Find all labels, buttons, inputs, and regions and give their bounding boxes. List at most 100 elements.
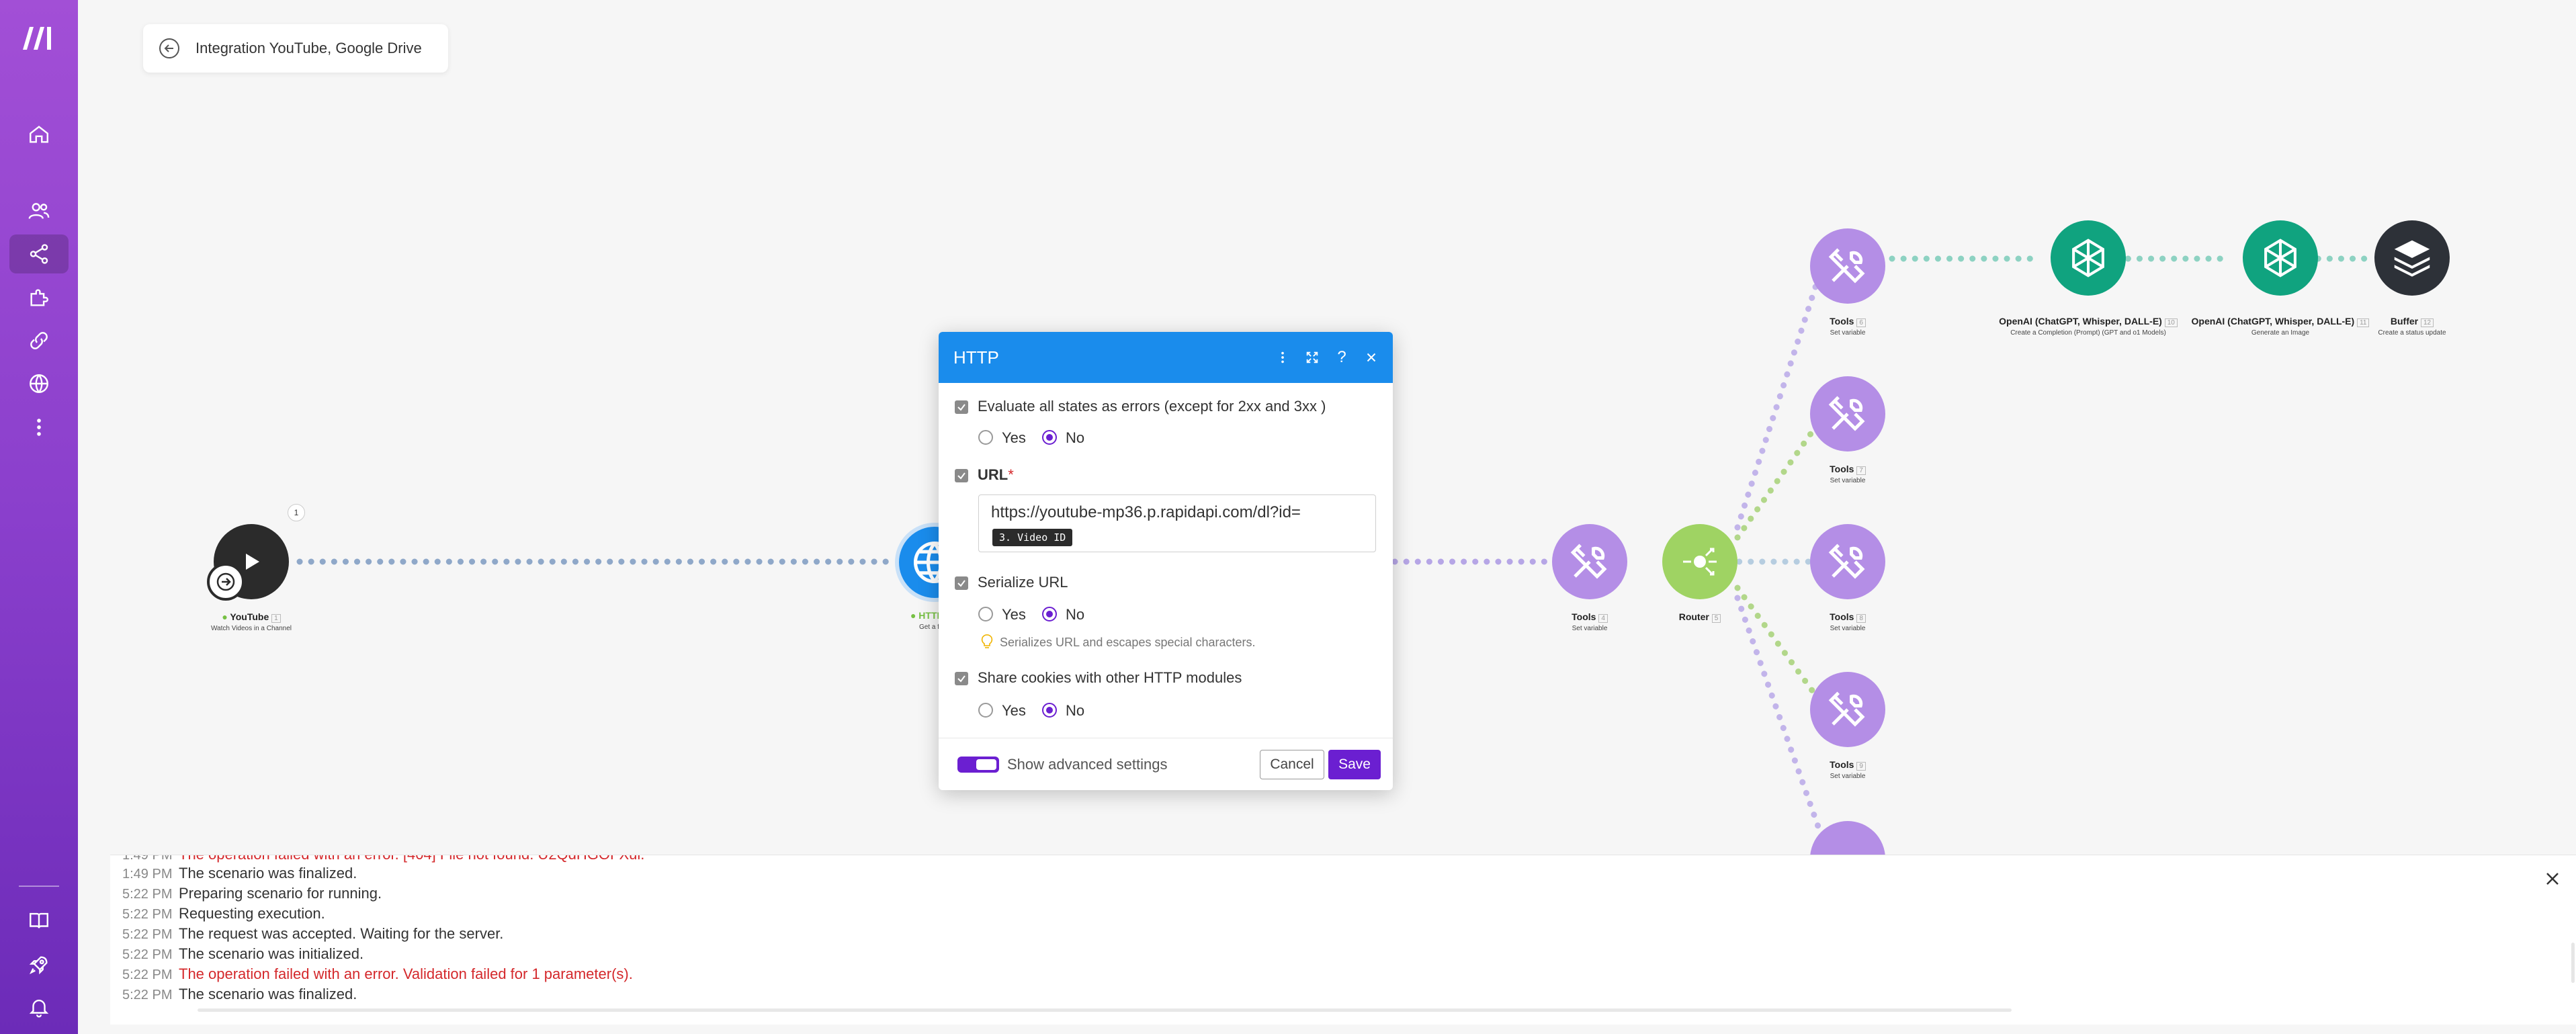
log-line: 5:22 PM The scenario was initialized. [122, 945, 363, 965]
node-sub: Create a status update [2378, 329, 2446, 337]
close-icon[interactable] [2542, 869, 2563, 889]
cancel-button[interactable]: Cancel [1260, 750, 1324, 779]
url-checkbox[interactable] [955, 469, 968, 482]
youtube-module[interactable]: 1 ● YouTube 1 Watch Videos in a Channel [207, 504, 305, 632]
more-vertical-icon[interactable] [1268, 343, 1297, 372]
serialize-url-yes-radio[interactable] [978, 607, 993, 621]
evaluate-errors-no-radio[interactable] [1042, 430, 1057, 445]
link-icon[interactable] [9, 321, 69, 360]
log-message: The operation failed with an error. Vali… [179, 965, 633, 982]
evaluate-errors-yes-radio[interactable] [978, 430, 993, 445]
share-cookies-yes-radio[interactable] [978, 703, 993, 718]
rocket-icon[interactable] [9, 945, 69, 984]
share-cookies-checkbox[interactable] [955, 672, 968, 685]
node-badge: 7 [1856, 466, 1866, 475]
openai-module[interactable]: OpenAI (ChatGPT, Whisper, DALL-E) 10 Cre… [1999, 220, 2178, 337]
help-icon[interactable]: ? [1327, 343, 1357, 372]
puzzle-icon[interactable] [9, 278, 69, 317]
serialize-url-checkbox[interactable] [955, 576, 968, 590]
openai-icon [2264, 239, 2296, 277]
buffer-module[interactable]: Buffer 12 Create a status update [2374, 220, 2450, 337]
openai-module[interactable]: OpenAI (ChatGPT, Whisper, DALL-E) 11 Gen… [2192, 220, 2370, 337]
log-line: 5:22 PM The operation failed with an erro… [122, 965, 633, 986]
log-line: 5:22 PM The request was accepted. Waiting… [122, 925, 503, 945]
node-badge: 12 [2421, 318, 2434, 327]
lightbulb-icon [981, 634, 993, 648]
serialize-url-yes-label[interactable]: Yes [1002, 606, 1026, 623]
openai-icon [2072, 239, 2104, 277]
log-time: 5:22 PM [122, 907, 173, 922]
node-label: Tools [1830, 316, 1854, 327]
evaluate-errors-yes-label[interactable]: Yes [1002, 429, 1026, 447]
required-mark: * [1008, 466, 1014, 483]
close-icon[interactable] [1357, 343, 1386, 372]
evaluate-errors-label: Evaluate all states as errors (except fo… [978, 398, 1326, 415]
evaluate-errors-no-label[interactable]: No [1066, 429, 1084, 447]
node-sub: Set variable [1830, 773, 1866, 780]
share-cookies-no-radio[interactable] [1042, 703, 1057, 718]
horizontal-scrollbar[interactable] [198, 1008, 2012, 1012]
http-module-dialog: HTTP ? Evaluate all states as errors (ex… [939, 332, 1393, 790]
trigger-clock-icon[interactable] [207, 563, 245, 601]
tools-icon [1570, 544, 1607, 579]
execution-log-panel: 1:49 PM The operation failed with an erro… [110, 855, 2576, 1025]
log-line: 5:22 PM Requesting execution. [122, 905, 325, 925]
tools-module[interactable]: Tools 6 Set variable [1810, 228, 1885, 337]
node-label: Tools [1830, 759, 1854, 770]
tools-module[interactable]: Tools 8 Set variable [1810, 524, 1885, 632]
node-badge: 5 [1711, 614, 1721, 623]
tools-module[interactable]: Tools 9 Set variable [1810, 672, 1885, 780]
serialize-url-no-radio[interactable] [1042, 607, 1057, 621]
node-badge: 6 [1856, 318, 1866, 327]
share-cookies-no-label[interactable]: No [1066, 702, 1084, 720]
buffer-layers-icon [2394, 240, 2430, 277]
bell-icon[interactable] [9, 988, 69, 1027]
node-label: Tools [1572, 611, 1596, 622]
node-sub: Set variable [1830, 477, 1866, 484]
scenarios-share-icon[interactable] [9, 234, 69, 273]
node-label: Tools [1830, 464, 1854, 474]
share-cookies-label: Share cookies with other HTTP modules [978, 669, 1242, 686]
home-icon[interactable] [9, 115, 69, 154]
node-sub: Set variable [1572, 625, 1608, 632]
node-badge: 9 [1856, 762, 1866, 771]
more-vertical-icon[interactable] [9, 408, 69, 447]
tools-module[interactable]: Tools 4 Set variable [1552, 524, 1627, 632]
status-dot: ● [222, 611, 228, 622]
evaluate-errors-checkbox[interactable] [955, 400, 968, 414]
advanced-settings-toggle[interactable] [957, 757, 999, 773]
dialog-title: HTTP [953, 347, 999, 368]
log-time: 5:22 PM [122, 927, 173, 942]
vertical-scrollbar[interactable] [2571, 943, 2575, 983]
node-label: Router [1678, 611, 1709, 622]
advanced-settings-label[interactable]: Show advanced settings [1007, 756, 1168, 773]
globe-icon[interactable] [9, 364, 69, 403]
serialize-url-no-label[interactable]: No [1066, 606, 1084, 623]
node-sub: Set variable [1830, 625, 1866, 632]
url-input[interactable]: https://youtube-mp36.p.rapidapi.com/dl?i… [978, 494, 1376, 552]
book-icon[interactable] [9, 901, 69, 940]
sidebar [0, 0, 78, 1034]
node-badge: 1 [271, 614, 281, 623]
log-time: 5:22 PM [122, 967, 173, 982]
make-logo[interactable] [20, 23, 58, 52]
save-button[interactable]: Save [1328, 750, 1381, 779]
share-cookies-yes-label[interactable]: Yes [1002, 702, 1026, 720]
url-label: URL* [978, 466, 1014, 484]
tools-icon [1828, 544, 1865, 579]
log-message: The scenario was finalized. [179, 986, 357, 1002]
video-id-pill[interactable]: 3. Video ID [992, 529, 1073, 546]
tools-icon [1828, 396, 1865, 431]
node-sub: Watch Videos in a Channel [210, 625, 292, 632]
sidebar-divider [19, 886, 59, 887]
log-message: The request was accepted. Waiting for th… [179, 925, 504, 942]
expand-icon[interactable] [1297, 343, 1327, 372]
tools-module[interactable]: Tools 7 Set variable [1810, 376, 1885, 484]
log-time: 1:49 PM [122, 855, 173, 863]
log-message: The scenario was finalized. [179, 865, 357, 881]
tools-icon [1828, 691, 1865, 727]
team-icon[interactable] [9, 191, 69, 230]
node-label: YouTube [230, 611, 269, 622]
router-module[interactable]: Router 5 [1662, 524, 1737, 623]
run-counter[interactable]: 1 [288, 504, 305, 521]
